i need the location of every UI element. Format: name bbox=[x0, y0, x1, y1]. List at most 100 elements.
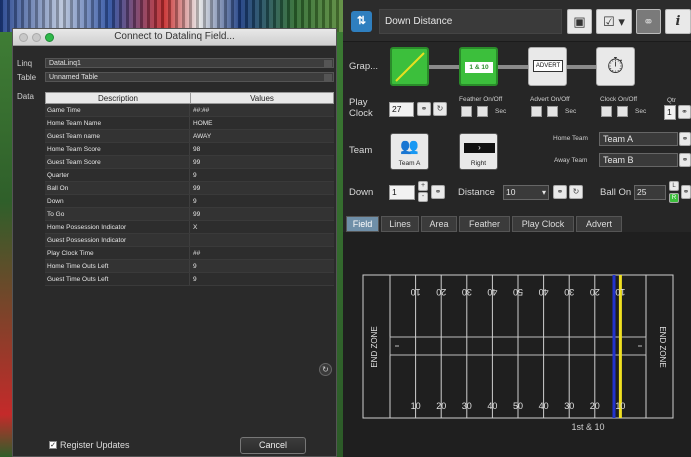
table-row[interactable]: Home Team Name HOME bbox=[45, 117, 334, 130]
table-row[interactable]: Home Possession Indicator X bbox=[45, 221, 334, 234]
play-clock-input[interactable]: 27 bbox=[389, 102, 414, 117]
link-icon[interactable]: ⚭ bbox=[431, 185, 445, 199]
refresh-icon[interactable]: ↻ bbox=[319, 363, 332, 376]
link-icon[interactable]: ⚭ bbox=[553, 185, 567, 199]
tab-field[interactable]: Field bbox=[346, 216, 379, 232]
feather-off-checkbox[interactable] bbox=[477, 106, 488, 117]
row-description: Quarter bbox=[45, 169, 190, 181]
feather-toggle-label: Feather On/Off bbox=[459, 96, 503, 103]
side-right-button[interactable]: R bbox=[669, 193, 679, 203]
yard-number-bottom: 20 bbox=[590, 401, 600, 411]
tab-lines[interactable]: Lines bbox=[381, 216, 419, 232]
link-icon[interactable]: ⚭ bbox=[636, 9, 661, 34]
table-row[interactable]: Guest Team Score 99 bbox=[45, 156, 334, 169]
team-a-tile-label: Team A bbox=[398, 160, 421, 167]
link-icon[interactable]: ⚭ bbox=[678, 105, 691, 119]
row-description: Guest Time Outs Left bbox=[45, 273, 190, 285]
advert-on-checkbox[interactable] bbox=[531, 106, 542, 117]
table-select[interactable]: Unnamed Table bbox=[45, 72, 334, 82]
row-value[interactable]: 9 bbox=[190, 260, 334, 272]
grid-header: Description Values bbox=[45, 92, 334, 104]
dialog-titlebar[interactable]: Connect to Datalinq Field... bbox=[13, 29, 336, 46]
table-row[interactable]: Game Time ##:## bbox=[45, 104, 334, 117]
row-value[interactable]: 99 bbox=[190, 156, 334, 168]
table-row[interactable]: Guest Possession Indicator bbox=[45, 234, 334, 247]
row-value[interactable]: 99 bbox=[190, 182, 334, 194]
down-input[interactable]: 1 bbox=[389, 185, 415, 200]
tab-feather[interactable]: Feather bbox=[459, 216, 510, 232]
row-value[interactable] bbox=[190, 234, 334, 246]
clock-off-checkbox[interactable] bbox=[617, 106, 628, 117]
away-team-label: Away Team bbox=[554, 157, 588, 164]
side-left-button[interactable]: L bbox=[669, 181, 679, 191]
graphic-tile-down-distance[interactable]: 1 & 10 bbox=[459, 47, 498, 86]
register-updates-checkbox[interactable]: ✓ bbox=[49, 441, 57, 449]
yard-number-bottom: 20 bbox=[436, 401, 446, 411]
team-a-tile[interactable]: 👥 Team A bbox=[390, 133, 429, 170]
table-row[interactable]: Ball On 99 bbox=[45, 182, 334, 195]
linq-select[interactable]: DataLinq1 bbox=[45, 58, 334, 68]
tab-area[interactable]: Area bbox=[421, 216, 457, 232]
row-value[interactable]: AWAY bbox=[190, 130, 334, 142]
row-value[interactable]: 9 bbox=[190, 195, 334, 207]
tab-play-clock[interactable]: Play Clock bbox=[512, 216, 574, 232]
table-row[interactable]: Play Clock Time ## bbox=[45, 247, 334, 260]
checklist-menu-button[interactable]: ☑ ▾ bbox=[596, 9, 632, 34]
column-header-values[interactable]: Values bbox=[191, 93, 333, 103]
row-value[interactable]: HOME bbox=[190, 117, 334, 129]
yard-number-bottom: 30 bbox=[564, 401, 574, 411]
link-icon[interactable]: ⚭ bbox=[417, 102, 431, 116]
increment-down-button[interactable]: + bbox=[418, 181, 428, 191]
clock-on-checkbox[interactable] bbox=[601, 106, 612, 117]
table-row[interactable]: Home Time Outs Left 9 bbox=[45, 260, 334, 273]
feather-on-checkbox[interactable] bbox=[461, 106, 472, 117]
row-description: Home Team Name bbox=[45, 117, 190, 129]
graphic-tile-timer[interactable]: ⏱ bbox=[596, 47, 635, 86]
table-row[interactable]: Guest Team name AWAY bbox=[45, 130, 334, 143]
save-icon[interactable]: ▣ bbox=[567, 9, 592, 34]
away-team-input[interactable]: Team B bbox=[599, 153, 678, 167]
down-distance-badge: 1 & 10 bbox=[465, 62, 493, 73]
distance-select[interactable]: 10 ▾ bbox=[503, 185, 549, 200]
reset-icon[interactable]: ↻ bbox=[433, 102, 447, 116]
graphic-tile-advert[interactable]: ADVERT bbox=[528, 47, 567, 86]
row-value[interactable]: 98 bbox=[190, 143, 334, 155]
graphic-title-field[interactable]: Down Distance bbox=[379, 9, 562, 34]
graphic-tile-line[interactable] bbox=[390, 47, 429, 86]
decrement-down-button[interactable]: - bbox=[418, 192, 428, 202]
grid-body: Game Time ##:## Home Team Name HOME Guest Te… bbox=[45, 104, 334, 286]
possession-right-tile[interactable]: › Right bbox=[459, 133, 498, 170]
possession-right-label: Right bbox=[470, 160, 487, 167]
column-header-description[interactable]: Description bbox=[46, 93, 191, 103]
table-row[interactable]: Quarter 9 bbox=[45, 169, 334, 182]
linq-label: Linq bbox=[17, 59, 33, 68]
quarter-input[interactable]: 1 bbox=[664, 105, 676, 120]
tab-advert[interactable]: Advert bbox=[576, 216, 622, 232]
link-icon[interactable]: ⚭ bbox=[681, 185, 691, 199]
row-value[interactable]: ## bbox=[190, 247, 334, 259]
row-value[interactable]: 9 bbox=[190, 273, 334, 285]
row-value[interactable]: 99 bbox=[190, 208, 334, 220]
row-value[interactable]: ##:## bbox=[190, 104, 334, 116]
down-label: Down bbox=[349, 187, 374, 198]
graphic-control-panel: ⇅ Down Distance ▣ ☑ ▾ ⚭ i Grap... 1 & 10… bbox=[343, 0, 691, 457]
table-row[interactable]: To Go 99 bbox=[45, 208, 334, 221]
table-row[interactable]: Down 9 bbox=[45, 195, 334, 208]
table-row[interactable]: Home Team Score 98 bbox=[45, 143, 334, 156]
home-team-input[interactable]: Team A bbox=[599, 132, 678, 146]
advert-off-checkbox[interactable] bbox=[547, 106, 558, 117]
link-icon[interactable]: ⚭ bbox=[679, 153, 691, 167]
reset-icon[interactable]: ↻ bbox=[569, 185, 583, 199]
info-icon[interactable]: i bbox=[665, 9, 691, 34]
football-field-diagram[interactable]: 10 20 30 40 50 40 30 20 10 10 20 30 40 50 40 30 20 10 END … bbox=[343, 232, 691, 457]
ball-on-label: Ball On bbox=[600, 187, 632, 198]
row-value[interactable]: 9 bbox=[190, 169, 334, 181]
linq-select-value: DataLinq1 bbox=[49, 60, 81, 67]
scoreboard-icon[interactable]: ⇅ bbox=[351, 11, 372, 32]
ball-on-input[interactable]: 25 bbox=[634, 185, 666, 200]
row-description: To Go bbox=[45, 208, 190, 220]
cancel-button[interactable]: Cancel bbox=[240, 437, 306, 454]
row-value[interactable]: X bbox=[190, 221, 334, 233]
link-icon[interactable]: ⚭ bbox=[679, 132, 691, 146]
table-row[interactable]: Guest Time Outs Left 9 bbox=[45, 273, 334, 286]
